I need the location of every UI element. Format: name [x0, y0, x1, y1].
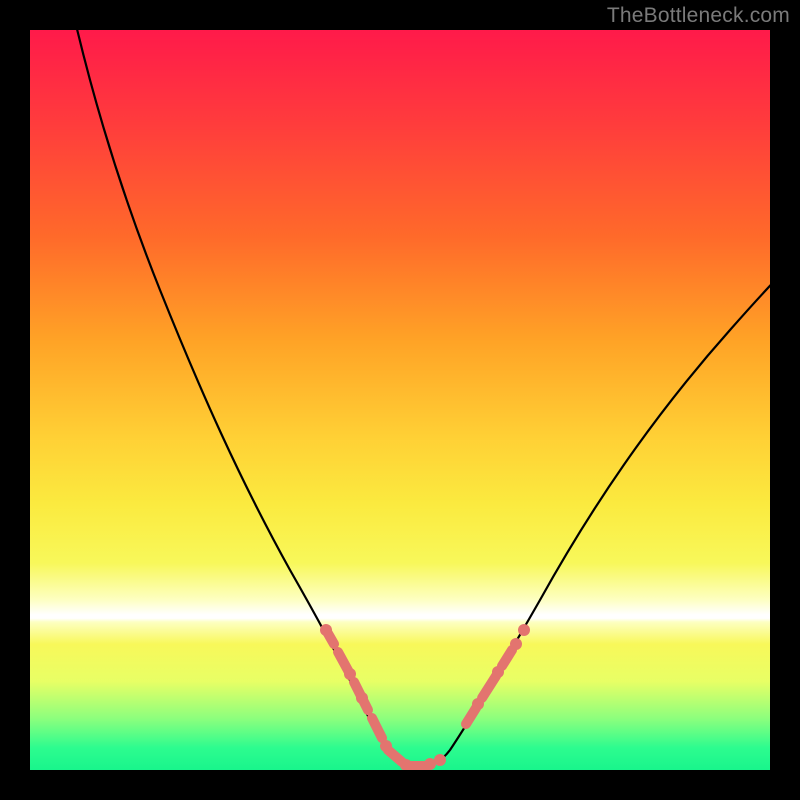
marker-floor-seg-1	[388, 750, 402, 762]
plot-area	[30, 30, 770, 770]
chart-svg	[30, 30, 770, 770]
marker-dot	[320, 624, 332, 636]
watermark-text: TheBottleneck.com	[607, 4, 790, 28]
marker-dot	[518, 624, 530, 636]
highlight-markers	[320, 624, 530, 770]
marker-left-seg-4	[372, 718, 382, 738]
bottleneck-curve	[68, 30, 770, 767]
marker-right-seg-2	[482, 676, 496, 698]
chart-frame: TheBottleneck.com	[0, 0, 800, 800]
marker-dot	[434, 754, 446, 766]
marker-dot	[356, 692, 368, 704]
marker-dot	[510, 638, 522, 650]
marker-right-seg-3	[502, 650, 512, 666]
marker-right-seg-1	[466, 708, 476, 724]
